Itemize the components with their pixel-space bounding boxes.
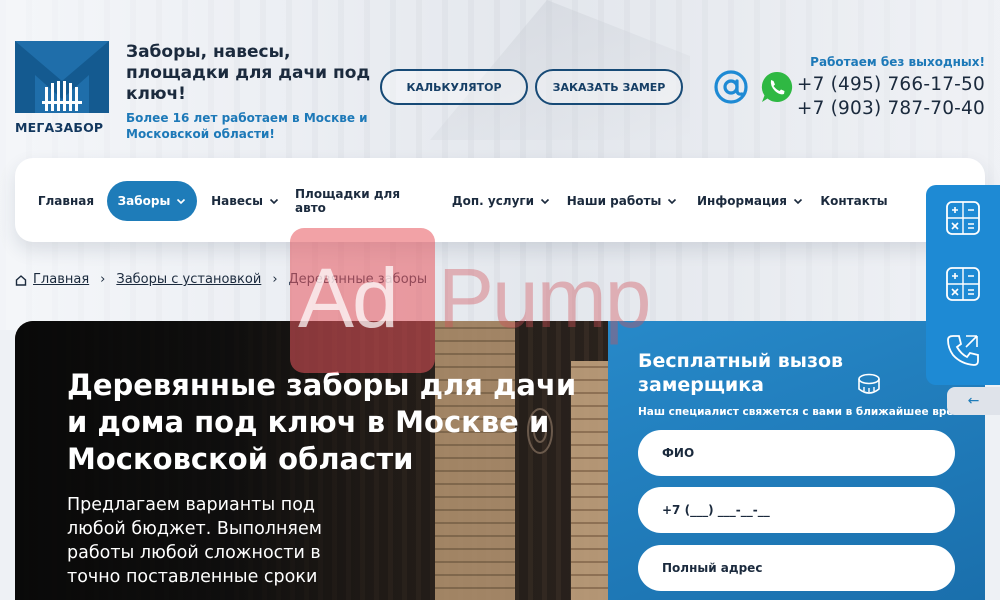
nav-item-label: Заборы — [117, 194, 171, 208]
nav-item-our-works[interactable]: Наши работы — [563, 181, 681, 221]
nav-item-canopies[interactable]: Навесы — [205, 181, 285, 221]
phone-field[interactable] — [638, 487, 955, 533]
nav-item-extra-services[interactable]: Доп. услуги — [449, 181, 553, 221]
chevron-down-icon — [793, 198, 803, 205]
nav-item-label: Главная — [37, 194, 95, 208]
hero-section: Деревянные заборы для дачи и дома под кл… — [15, 321, 985, 600]
nav-item-label: Доп. услуги — [451, 194, 535, 208]
order-measure-button[interactable]: ЗАКАЗАТЬ ЗАМЕР — [535, 69, 683, 105]
nav-item-contacts[interactable]: Контакты — [815, 181, 893, 221]
address-field[interactable] — [638, 545, 955, 591]
hero-title: Деревянные заборы для дачи и дома под кл… — [67, 368, 577, 476]
phone-link-2[interactable]: +7 (903) 787-70-40 — [797, 97, 985, 121]
nav-item-label: Навесы — [211, 194, 263, 208]
main-navigation: Главная Заборы Навесы Площадки для авто … — [15, 158, 985, 242]
nav-item-label: Площадки для авто — [295, 187, 401, 215]
hero-subtitle: Предлагаем варианты под любой бюджет. Вы… — [67, 495, 322, 587]
tagline-subtitle: Более 16 лет работаем в Москве и Московс… — [126, 111, 368, 141]
whatsapp-icon[interactable] — [759, 69, 795, 105]
floating-side-panel — [926, 185, 1000, 385]
home-icon — [15, 274, 27, 286]
breadcrumb-separator: › — [272, 272, 278, 287]
nav-item-label: Наши работы — [566, 194, 662, 208]
email-icon[interactable] — [714, 70, 748, 104]
site-logo[interactable]: МЕГАЗАБОР — [15, 41, 109, 135]
form-note: Наш специалист свяжется с вами в ближайш… — [638, 406, 969, 418]
work-schedule-note: Работаем без выходных! — [810, 55, 985, 69]
logo-mark-icon — [15, 41, 109, 113]
phone-call-icon[interactable] — [944, 331, 982, 369]
breadcrumb: Главная › Заборы с установкой › Деревянн… — [15, 272, 427, 287]
breadcrumb-separator: › — [100, 272, 106, 287]
header-tagline: Заборы, навесы, площадки для дачи под кл… — [126, 42, 386, 142]
nav-item-car-platforms[interactable]: Площадки для авто — [295, 181, 435, 221]
header-contacts: Работаем без выходных! +7 (495) 766-17-5… — [797, 55, 985, 121]
nav-item-fences[interactable]: Заборы — [107, 181, 197, 221]
phone-link-1[interactable]: +7 (495) 766-17-50 — [797, 73, 985, 97]
logo-text: МЕГАЗАБОР — [15, 120, 104, 135]
chevron-down-icon — [668, 198, 677, 205]
calculator-icon[interactable] — [944, 199, 982, 237]
tagline-title: Заборы, навесы, площадки для дачи под кл… — [126, 42, 371, 104]
side-panel-collapse-button[interactable]: ← — [947, 387, 1000, 415]
chevron-down-icon — [269, 198, 278, 205]
breadcrumb-link-home[interactable]: Главная — [33, 272, 89, 287]
chevron-down-icon — [541, 198, 550, 205]
breadcrumb-link-fences[interactable]: Заборы с установкой — [116, 272, 261, 287]
calculator-icon[interactable] — [944, 265, 982, 303]
calculator-button[interactable]: КАЛЬКУЛЯТОР — [380, 69, 528, 105]
nav-item-information[interactable]: Информация — [691, 181, 809, 221]
nav-item-label: Информация — [697, 194, 787, 208]
nav-item-label: Контакты — [820, 194, 888, 208]
chevron-down-icon — [177, 198, 186, 205]
form-title: Бесплатный вызов замерщика — [638, 350, 844, 396]
full-name-field[interactable] — [638, 430, 955, 476]
tape-measure-icon — [858, 373, 880, 394]
breadcrumb-current: Деревянные заборы — [288, 272, 428, 287]
nav-item-home[interactable]: Главная — [35, 181, 97, 221]
